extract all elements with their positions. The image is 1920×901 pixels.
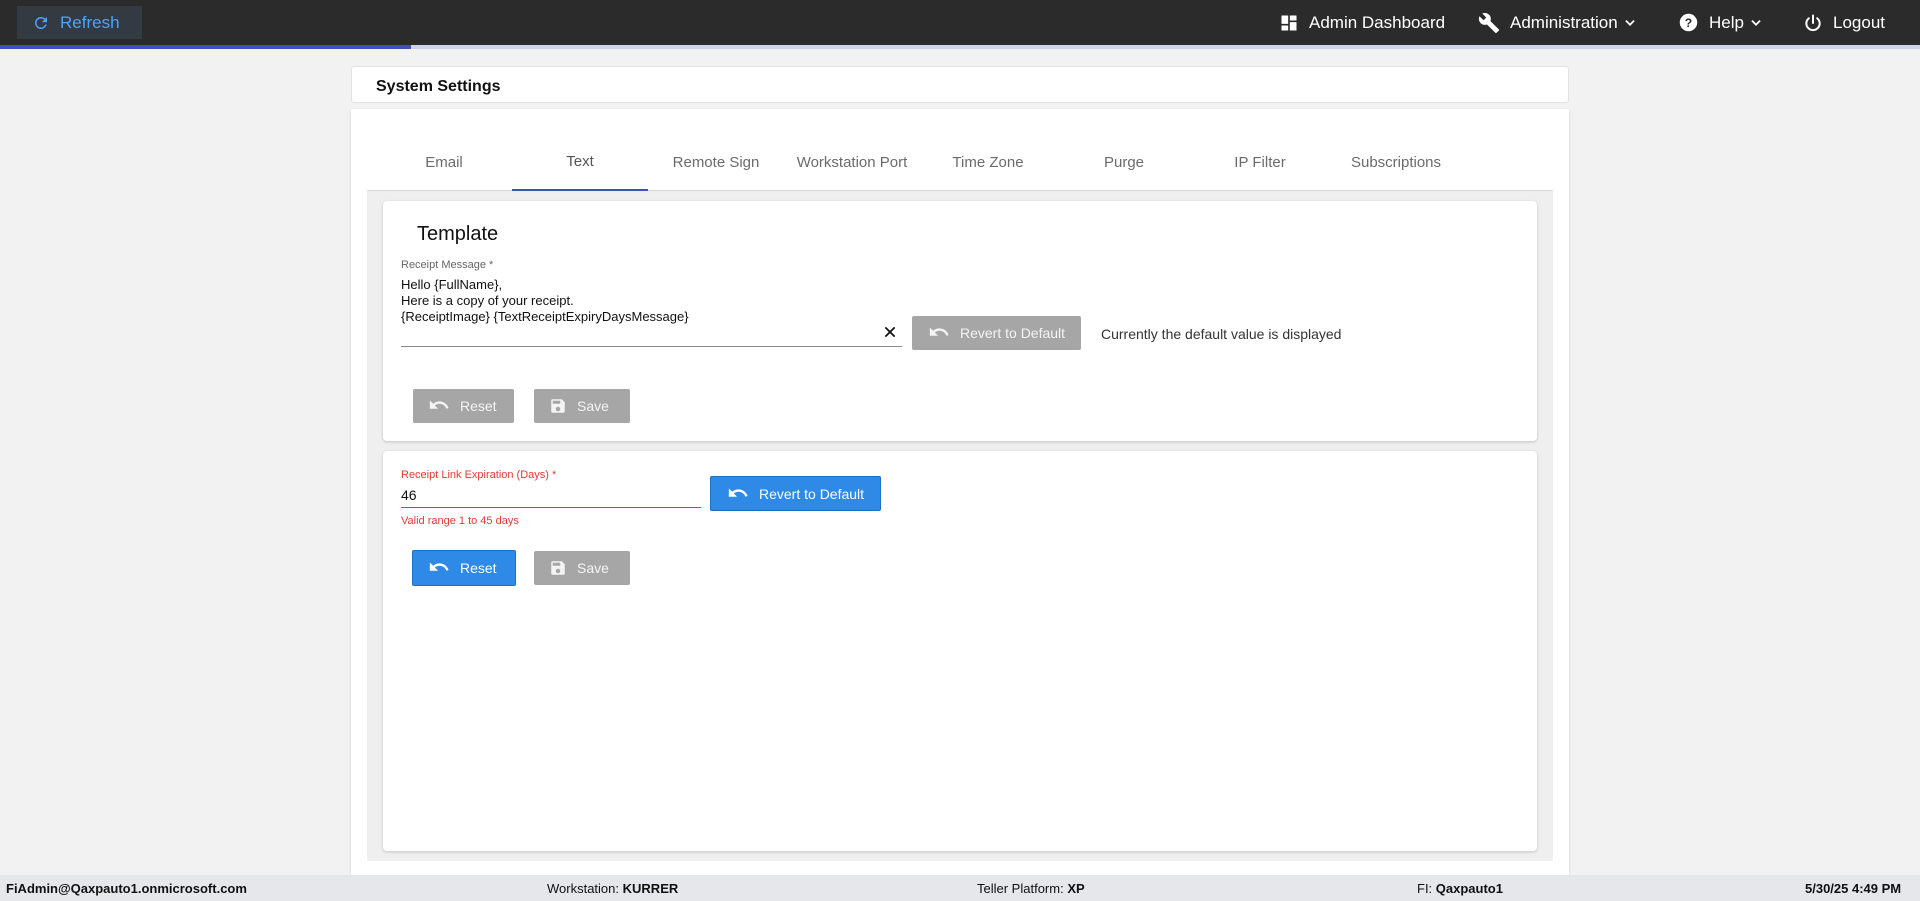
save-icon (551, 561, 565, 575)
administration-label: Administration (1510, 12, 1618, 32)
help-label: Help (1709, 12, 1744, 32)
template-reset-button[interactable]: Reset (413, 389, 514, 423)
undo-icon (728, 488, 748, 497)
undo-icon (429, 562, 449, 571)
receipt-message-underline (401, 346, 902, 347)
footer-user: FiAdmin@Qaxpauto1.onmicrosoft.com (6, 881, 247, 896)
admin-dashboard-link[interactable]: Admin Dashboard (1279, 0, 1445, 45)
refresh-label: Refresh (60, 12, 120, 32)
dashboard-icon (1281, 15, 1297, 30)
footer-workstation-value: KURRER (622, 881, 679, 896)
template-save-label: Save (577, 398, 609, 414)
tab-subscriptions[interactable]: Subscriptions (1328, 134, 1464, 191)
footer-fi: FI: Qaxpauto1 (1417, 881, 1503, 896)
help-menu[interactable]: ? Help (1678, 0, 1763, 45)
expiration-save-label: Save (577, 560, 609, 576)
help-icon: ? (1679, 13, 1698, 32)
administration-menu[interactable]: Administration (1478, 0, 1637, 45)
template-save-button[interactable]: Save (534, 389, 630, 423)
expiration-reset-label: Reset (460, 560, 497, 576)
expiration-days-underline (401, 507, 701, 508)
wrench-icon (1478, 12, 1500, 33)
footer-teller-label: Teller Platform: (977, 881, 1064, 896)
undo-icon (429, 400, 449, 409)
template-title: Template (417, 223, 499, 245)
expiration-panel: Receipt Link Expiration (Days) * 46 Vali… (383, 451, 1537, 851)
template-revert-label: Revert to Default (960, 325, 1066, 341)
undo-icon (929, 327, 949, 336)
default-value-notice: Currently the default value is displayed (1101, 326, 1342, 342)
tab-email[interactable]: Email (376, 134, 512, 191)
tab-workstation-port[interactable]: Workstation Port (784, 134, 920, 191)
footer-teller-platform: Teller Platform: XP (977, 881, 1085, 896)
receipt-message-textarea[interactable]: Hello {FullName}, Here is a copy of your… (401, 277, 881, 325)
chevron-down-icon (1625, 19, 1635, 26)
receipt-message-label: Receipt Message * (401, 259, 494, 271)
status-footer: FiAdmin@Qaxpauto1.onmicrosoft.com Workst… (0, 875, 1920, 901)
footer-fi-label: FI: (1417, 881, 1433, 896)
logout-label: Logout (1833, 12, 1885, 32)
settings-tabs: Email Text Remote Sign Workstation Port … (367, 134, 1553, 191)
footer-workstation: Workstation: KURRER (547, 881, 678, 896)
save-icon (551, 399, 565, 413)
logout-button[interactable]: Logout (1803, 0, 1885, 45)
tab-remote-sign[interactable]: Remote Sign (648, 134, 784, 191)
loading-progress-bar (0, 45, 1920, 49)
template-revert-button[interactable]: Revert to Default (912, 316, 1081, 350)
expiration-reset-button[interactable]: Reset (412, 550, 516, 586)
template-reset-label: Reset (460, 398, 497, 414)
refresh-button[interactable]: Refresh (17, 6, 142, 39)
footer-fi-value: Qaxpauto1 (1435, 881, 1503, 896)
template-panel: Template Receipt Message * Hello {FullNa… (383, 201, 1537, 441)
footer-teller-value: XP (1067, 881, 1085, 896)
expiration-save-button[interactable]: Save (534, 551, 630, 585)
admin-dashboard-label: Admin Dashboard (1309, 12, 1446, 32)
chevron-down-icon (1751, 19, 1761, 26)
expiration-revert-label: Revert to Default (759, 485, 865, 502)
expiration-days-error: Valid range 1 to 45 days (401, 515, 519, 527)
tab-ip-filter[interactable]: IP Filter (1192, 134, 1328, 191)
tab-time-zone[interactable]: Time Zone (920, 134, 1056, 191)
page-title: System Settings (351, 66, 1569, 103)
refresh-icon (34, 16, 47, 29)
loading-progress-fill (0, 45, 411, 49)
tab-text[interactable]: Text (512, 134, 648, 191)
footer-datetime: 5/30/25 4:49 PM (1805, 881, 1902, 896)
top-app-bar: Refresh Admin Dashboard Administration ?… (0, 0, 1920, 45)
power-icon (1805, 14, 1821, 31)
svg-text:?: ? (1685, 16, 1692, 30)
tab-content: Template Receipt Message * Hello {FullNa… (367, 191, 1553, 861)
footer-workstation-label: Workstation: (547, 881, 620, 896)
tab-purge[interactable]: Purge (1056, 134, 1192, 191)
clear-icon[interactable] (882, 324, 898, 340)
expiration-days-label: Receipt Link Expiration (Days) * (401, 469, 557, 481)
expiration-revert-button[interactable]: Revert to Default (710, 476, 881, 511)
settings-card: Email Text Remote Sign Workstation Port … (351, 109, 1569, 881)
expiration-days-input[interactable]: 46 (401, 487, 417, 503)
